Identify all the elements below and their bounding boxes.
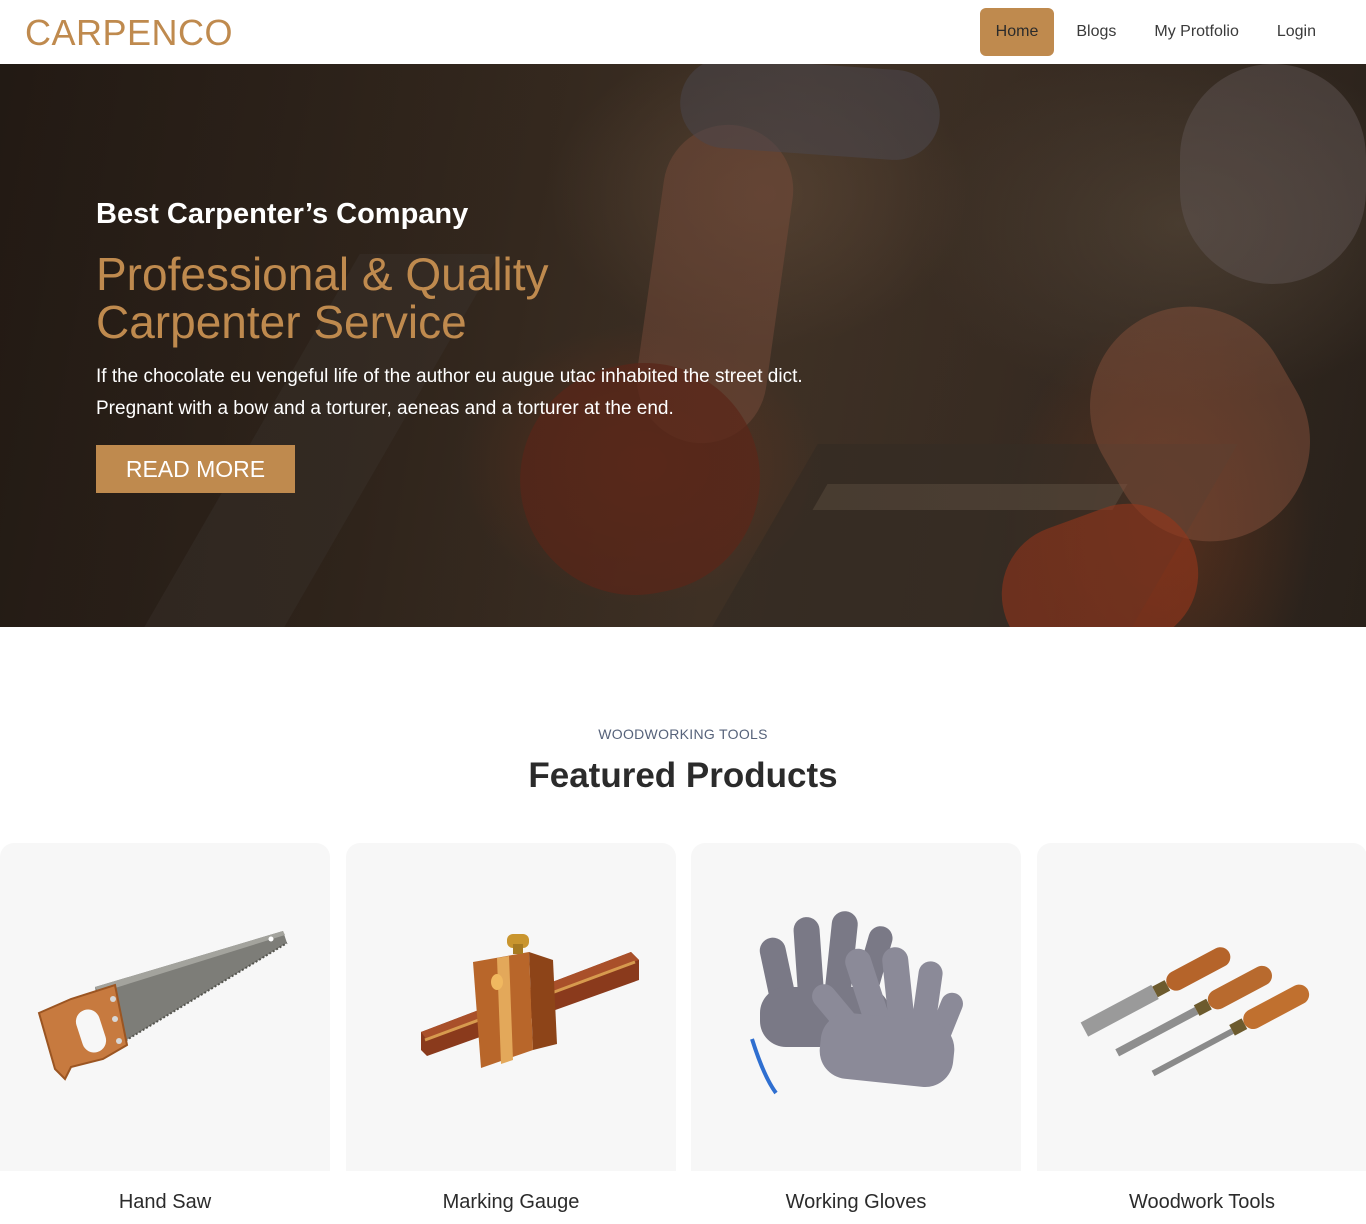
marking-gauge-image <box>421 934 639 1068</box>
chisels-image <box>1080 947 1310 1077</box>
working-gloves-image <box>750 911 963 1095</box>
hand-saw-image <box>37 931 288 1081</box>
product-name[interactable]: Hand Saw <box>0 1191 330 1214</box>
product-card-hand-saw[interactable]: Hand Saw <box>0 843 330 1224</box>
nav-blogs[interactable]: Blogs <box>1060 8 1132 56</box>
main-nav: Home Blogs My Protfolio Login <box>979 8 1332 56</box>
product-image[interactable] <box>346 843 676 1171</box>
hero-description: If the chocolate eu vengeful life of the… <box>96 361 876 425</box>
section-kicker: WOODWORKING TOOLS <box>598 726 768 742</box>
product-image[interactable] <box>691 843 1021 1171</box>
product-name[interactable]: Working Gloves <box>691 1191 1021 1214</box>
hero-kicker: Best Carpenter’s Company <box>96 198 469 230</box>
brand-logo[interactable]: CARPENCO <box>25 12 233 54</box>
product-name[interactable]: Marking Gauge <box>346 1191 676 1214</box>
section-title: Featured Products <box>528 756 838 795</box>
read-more-button[interactable]: READ MORE <box>96 445 295 493</box>
hero-text-line2: Pregnant with a bow and a torturer, aene… <box>96 398 674 419</box>
hero-text-line1: If the chocolate eu vengeful life of the… <box>96 366 803 387</box>
product-image[interactable] <box>1037 843 1366 1171</box>
nav-portfolio[interactable]: My Protfolio <box>1138 8 1254 56</box>
product-image[interactable] <box>0 843 330 1171</box>
hero-banner: Best Carpenter’s Company Professional & … <box>0 64 1366 627</box>
nav-login[interactable]: Login <box>1261 8 1332 56</box>
product-card-woodwork-tools[interactable]: Woodwork Tools <box>1037 843 1366 1224</box>
navbar: CARPENCO Home Blogs My Protfolio Login <box>0 0 1366 64</box>
product-card-working-gloves[interactable]: Working Gloves <box>691 843 1021 1224</box>
product-name[interactable]: Woodwork Tools <box>1037 1191 1366 1214</box>
nav-home[interactable]: Home <box>979 8 1055 56</box>
hero-title: Professional & Quality Carpenter Service <box>96 248 549 348</box>
product-card-marking-gauge[interactable]: Marking Gauge <box>346 843 676 1224</box>
